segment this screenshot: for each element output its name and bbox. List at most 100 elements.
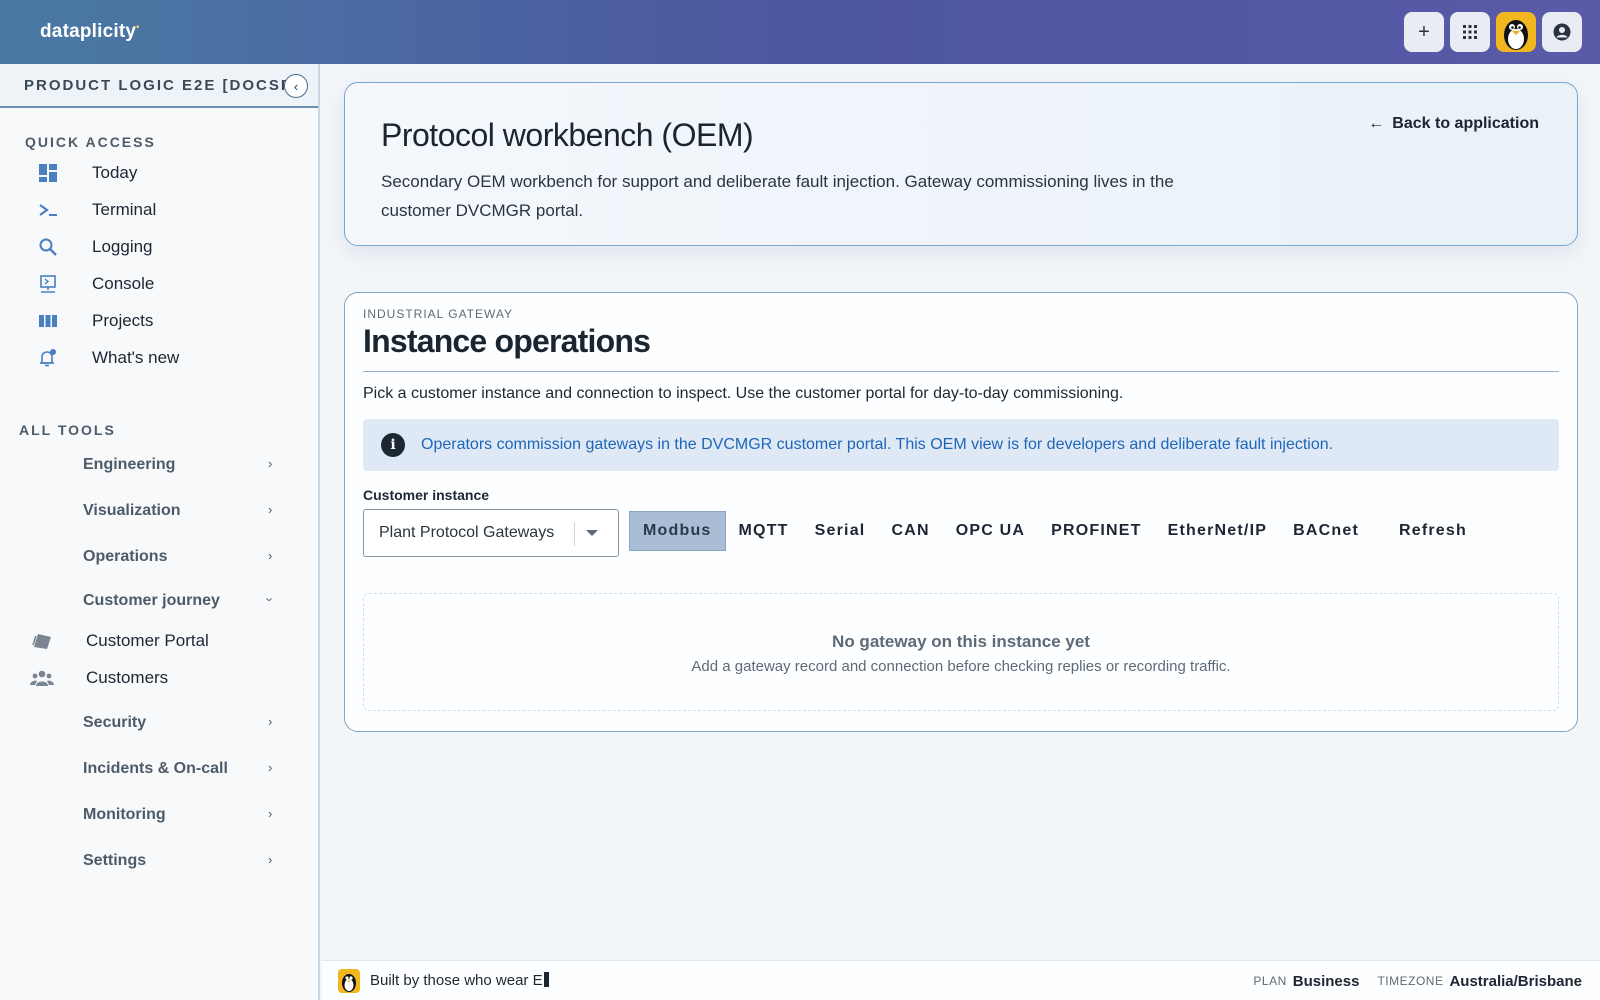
nav-item-customers[interactable]: Customers — [0, 659, 320, 696]
project-name: PRODUCT LOGIC E2E [DOCSFINDER] — [24, 76, 286, 94]
plan-key: PLAN — [1253, 974, 1287, 988]
tab-ethernet-ip[interactable]: EtherNet/IP — [1155, 511, 1280, 551]
hero-panel: Protocol workbench (OEM) Secondary OEM w… — [344, 82, 1578, 246]
nav-item-whats-new[interactable]: What's new — [0, 339, 320, 376]
tab-opc-ua[interactable]: OPC UA — [943, 511, 1038, 551]
tool-group-visualization[interactable]: Visualization › — [0, 488, 320, 534]
console-icon — [38, 274, 58, 294]
text-cursor — [543, 972, 549, 987]
nav-item-label: Customers — [86, 667, 169, 687]
tool-group-monitoring[interactable]: Monitoring › — [0, 792, 320, 838]
protocol-tabs: Modbus MQTT Serial CAN OPC UA PROFINET E… — [629, 511, 1480, 551]
tool-group-operations[interactable]: Operations › — [0, 534, 320, 580]
back-label: Back to application — [1392, 115, 1539, 132]
tool-group-label: Engineering — [83, 456, 176, 473]
nav-item-console[interactable]: Console — [0, 265, 320, 302]
tool-group-label: Incidents & On-call — [83, 760, 228, 777]
tool-group-label: Security — [83, 714, 147, 731]
info-text: Operators commission gateways in the DVC… — [421, 436, 1334, 453]
refresh-button[interactable]: Refresh — [1386, 511, 1480, 551]
footer: Built by those who wear E PLAN Business … — [322, 960, 1600, 1000]
footer-meta: PLAN Business TIMEZONE Australia/Brisban… — [1253, 961, 1582, 1000]
nav-item-today[interactable]: Today — [0, 154, 320, 191]
all-tools-title: ALL TOOLS — [19, 422, 116, 438]
back-to-application-link[interactable]: ← Back to application — [1368, 115, 1539, 133]
chevron-right-icon: › — [268, 548, 273, 563]
user-circle-icon — [1553, 23, 1571, 41]
chevron-left-icon: ‹ — [293, 78, 299, 94]
empty-title: No gateway on this instance yet — [832, 632, 1090, 651]
tab-can[interactable]: CAN — [878, 511, 942, 551]
card-intro: Pick a customer instance and connection … — [363, 385, 1124, 402]
penguin-icon — [1504, 20, 1528, 50]
penguin-icon — [338, 968, 360, 993]
plus-icon: + — [1418, 20, 1430, 43]
chevron-down-icon: › — [262, 597, 278, 602]
collapse-sidebar-button[interactable]: ‹ — [284, 74, 308, 98]
tab-modbus[interactable]: Modbus — [629, 511, 726, 551]
users-icon — [30, 668, 54, 688]
project-selector[interactable]: PRODUCT LOGIC E2E [DOCSFINDER] ‹ — [0, 64, 318, 108]
nav-item-customer-portal[interactable]: Customer Portal — [0, 622, 320, 659]
tool-group-label: Settings — [83, 852, 147, 869]
card-eyebrow: INDUSTRIAL GATEWAY — [363, 307, 514, 321]
tab-mqtt[interactable]: MQTT — [726, 511, 802, 551]
portal-icon — [30, 631, 54, 651]
chevron-right-icon: › — [268, 714, 273, 729]
grid-icon — [1463, 25, 1477, 39]
tool-group-label: Operations — [83, 548, 168, 565]
quick-access-title: QUICK ACCESS — [25, 134, 156, 150]
top-bar: dataplicity• + — [0, 0, 1600, 64]
search-icon — [38, 237, 58, 257]
add-button[interactable]: + — [1404, 12, 1444, 52]
page-description: Secondary OEM workbench for support and … — [381, 172, 1174, 220]
customer-instance-select[interactable]: Plant Protocol Gateways — [363, 509, 619, 557]
logo-mark: • — [136, 21, 140, 32]
tool-group-settings[interactable]: Settings › — [0, 838, 320, 884]
empty-subtitle: Add a gateway record and connection befo… — [691, 658, 1231, 675]
nav-item-projects[interactable]: Projects — [0, 302, 320, 339]
tool-group-customer-journey[interactable]: Customer journey › — [0, 580, 320, 622]
avatar-button[interactable] — [1496, 12, 1536, 52]
chevron-right-icon: › — [268, 760, 273, 775]
tool-group-incidents[interactable]: Incidents & On-call › — [0, 746, 320, 792]
page-title: Protocol workbench (OEM) — [381, 117, 754, 153]
dashboard-icon — [38, 163, 58, 183]
bell-icon — [38, 348, 58, 368]
customer-instance-label: Customer instance — [363, 487, 490, 503]
caret-down-icon — [586, 530, 598, 536]
all-tools-list: Engineering › Visualization › Operations… — [0, 442, 320, 884]
chevron-right-icon: › — [268, 502, 273, 517]
nav-item-label: What's new — [92, 347, 180, 367]
empty-state: No gateway on this instance yet Add a ga… — [363, 593, 1559, 711]
tool-group-label: Visualization — [83, 502, 181, 519]
main-content: Protocol workbench (OEM) Secondary OEM w… — [322, 64, 1600, 960]
tab-profinet[interactable]: PROFINET — [1038, 511, 1155, 551]
chevron-right-icon: › — [268, 456, 273, 471]
timezone-key: TIMEZONE — [1377, 974, 1444, 988]
plan-value: Business — [1292, 972, 1360, 990]
nav-item-label: Terminal — [92, 199, 157, 219]
info-banner: i Operators commission gateways in the D… — [363, 419, 1559, 471]
quick-access-list: Today Terminal Logging Console Projects — [0, 154, 320, 376]
nav-item-label: Logging — [92, 236, 153, 256]
account-button[interactable] — [1542, 12, 1582, 52]
app-logo[interactable]: dataplicity• — [40, 21, 140, 43]
card-title: Instance operations — [363, 323, 651, 359]
select-separator — [574, 522, 575, 546]
sidebar: PRODUCT LOGIC E2E [DOCSFINDER] ‹ QUICK A… — [0, 64, 320, 1000]
nav-item-logging[interactable]: Logging — [0, 228, 320, 265]
tool-group-engineering[interactable]: Engineering › — [0, 442, 320, 488]
tool-group-security[interactable]: Security › — [0, 700, 320, 746]
tab-bacnet[interactable]: BACnet — [1280, 511, 1372, 551]
nav-item-terminal[interactable]: Terminal — [0, 191, 320, 228]
tool-group-label: Customer journey — [83, 592, 220, 609]
tab-serial[interactable]: Serial — [802, 511, 879, 551]
tool-group-label: Monitoring — [83, 806, 166, 823]
nav-item-label: Projects — [92, 310, 154, 330]
apps-button[interactable] — [1450, 12, 1490, 52]
nav-item-label: Customer Portal — [86, 630, 209, 650]
footer-tagline: Built by those who wear E — [370, 972, 549, 989]
columns-icon — [38, 311, 58, 331]
chevron-right-icon: › — [268, 852, 273, 867]
